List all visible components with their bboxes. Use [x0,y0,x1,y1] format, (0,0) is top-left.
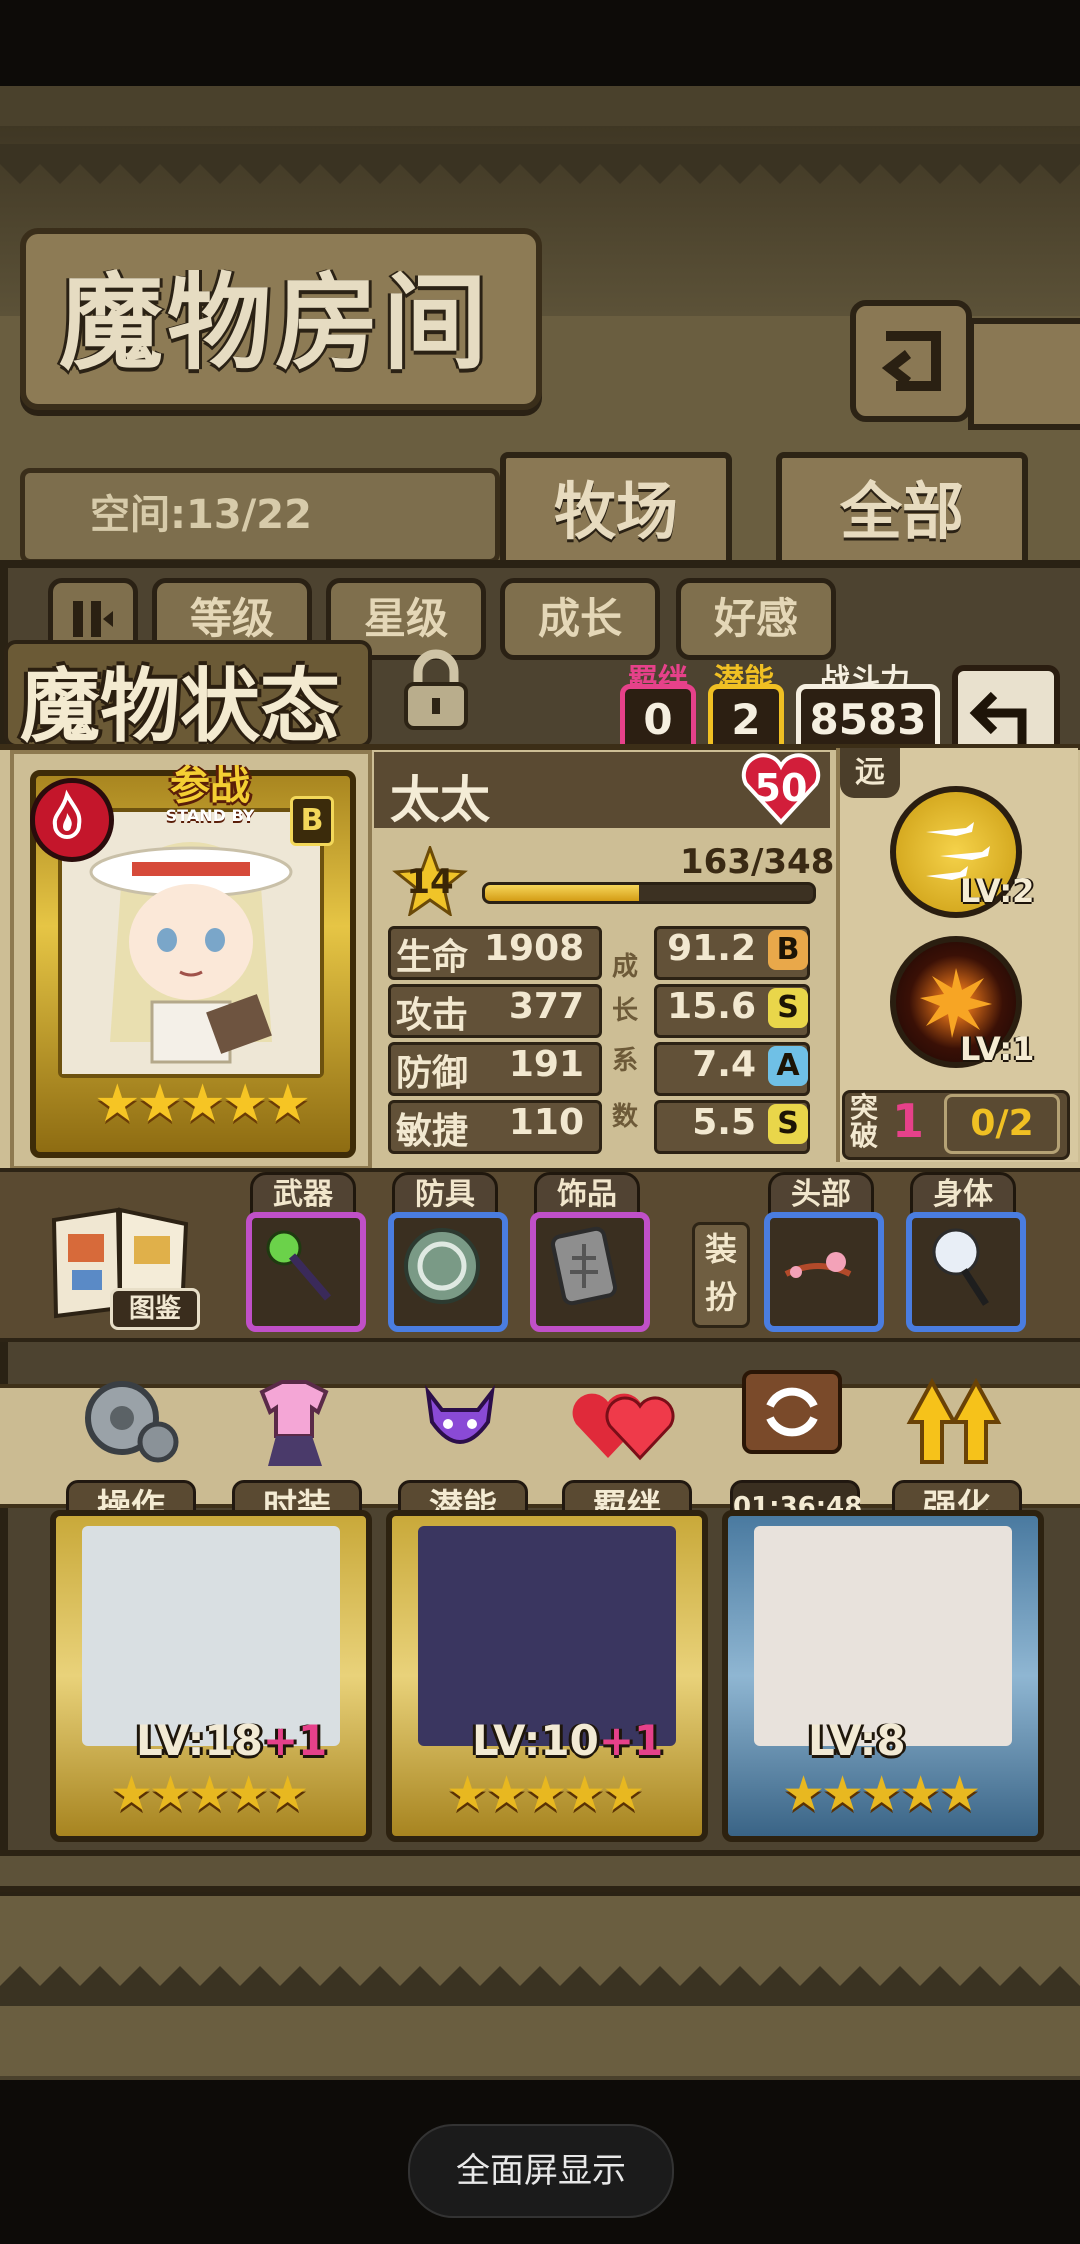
monster-list-card[interactable]: LV:18+1 ★★★★★ [50,1510,372,1842]
hairband-icon [770,1252,866,1318]
accessory-slot[interactable] [530,1212,650,1332]
monster-list-card[interactable]: LV:10+1 ★★★★★ [386,1510,708,1842]
stat-value: 110 [508,1102,584,1143]
breakthrough-progress: 0/2 [944,1094,1060,1154]
growth-value: 15.6 [667,986,756,1027]
growth-char-4: 数 [612,1102,639,1132]
tablet-icon [536,1226,632,1318]
growth-value: 5.5 [692,1102,756,1143]
codex-label[interactable]: 图鉴 [110,1288,200,1330]
growth-grade-badge: S [768,988,808,1028]
breakthrough-label: 突破 [850,1091,879,1152]
monster-list-stars: ★★★★★ [446,1766,645,1822]
level-value: 14 [406,862,454,902]
exp-text: 163/348 [680,842,835,882]
monster-list-stars: ★★★★★ [110,1766,309,1822]
growth-grade-badge: A [768,1046,808,1086]
space-count: 空间:13/22 [90,492,312,538]
status-title: 魔物状态 [20,660,340,753]
fullscreen-display-button[interactable]: 全面屏显示 [408,2124,674,2218]
monster-name: 太太 [390,771,490,829]
growth-grade-badge: B [768,930,808,970]
skill-2-level: LV:1 [960,1030,1035,1068]
sort-affection-button[interactable]: 好感 [676,578,836,660]
stat-value: 191 [508,1044,584,1085]
shield-icon [394,1228,490,1318]
range-tag: 远 [840,748,900,798]
zigzag-border-top [0,144,1080,184]
growth-char-2: 长 [612,996,639,1026]
stat-label: 攻击 [396,995,469,1036]
standby-en: STAND BY [165,806,255,825]
skill-1-level: LV:2 [960,872,1035,910]
monster-list-stars: ★★★★★ [782,1766,981,1822]
lock-icon[interactable] [400,648,472,730]
monster-list-card[interactable]: LV:8 ★★★★★ [722,1510,1044,1842]
stat-value: 1908 [484,928,585,969]
sort-growth-button[interactable]: 成长 [500,578,660,660]
breakthrough-level: 1 [892,1094,925,1148]
stat-label: 防御 [396,1053,469,1094]
back-button[interactable] [850,300,972,422]
exp-bar-fill [485,885,639,901]
staff-icon [252,1230,348,1318]
card-stars: ★★★★★ [94,1074,311,1134]
stat-label: 生命 [396,937,469,978]
monster-list-portrait [418,1526,676,1746]
fire-element-icon [30,778,114,862]
growth-grade-badge: S [768,1104,808,1144]
growth-value: 91.2 [667,928,756,969]
dress-label[interactable]: 装扮 [692,1222,750,1328]
list-bottom-frame [0,1850,1080,1892]
standby-label: 参战 STAND BY [110,763,310,825]
growth-char-3: 系 [612,1046,639,1076]
stat-label: 敏捷 [396,1111,469,1152]
level-badge: 14 [392,843,468,918]
weapon-slot[interactable] [246,1212,366,1332]
head-slot[interactable] [764,1212,884,1332]
exp-bar [482,882,816,904]
growth-char-1: 成 [612,952,639,982]
standby-cn: 参战 [170,763,250,809]
tab-all[interactable]: 全部 [776,452,1028,572]
card-rank-badge: B [290,796,334,846]
stat-value: 377 [508,986,584,1027]
monster-list-portrait [754,1526,1012,1746]
back-arrow-icon [881,331,941,391]
tab-ranch[interactable]: 牧场 [500,452,732,572]
zigzag-border-bottom [0,1966,1080,2006]
growth-value: 7.4 [692,1044,756,1085]
monster-list-level: LV:10+1 [472,1716,664,1765]
armor-slot[interactable] [388,1212,508,1332]
monster-list-level: LV:18+1 [136,1716,328,1765]
back-button-extension [968,318,1080,430]
body-slot[interactable] [906,1212,1026,1332]
page-title: 魔物房间 [58,262,491,384]
mirror-icon [912,1228,1008,1318]
monster-list-portrait [82,1526,340,1746]
monster-portrait-art [62,812,320,1074]
affection-heart: 50 [740,752,822,826]
monster-list-level: LV:8 [808,1716,906,1765]
affection-value: 50 [754,766,808,810]
